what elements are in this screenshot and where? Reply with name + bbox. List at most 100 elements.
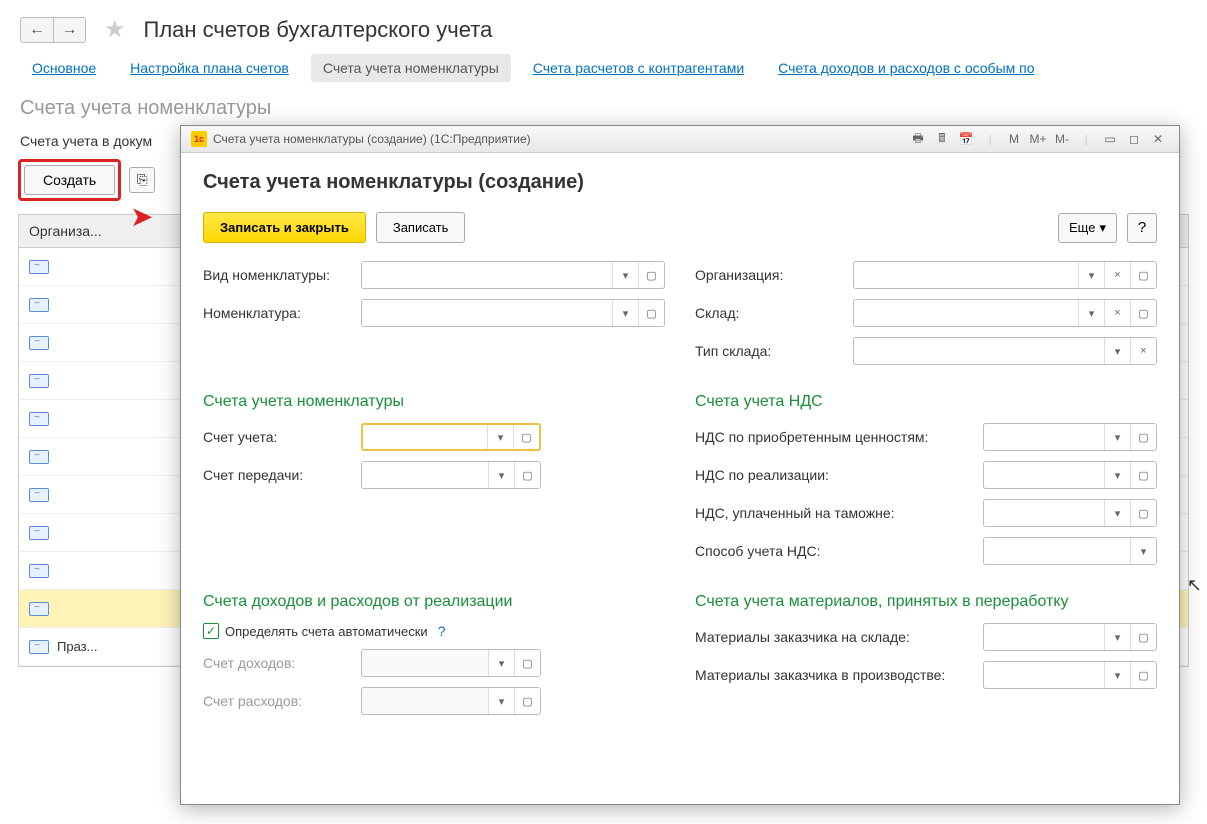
input-field[interactable]: [984, 500, 1104, 526]
m-plus-button[interactable]: M+: [1027, 130, 1049, 148]
label-nomenclature: Номенклатура:: [203, 305, 353, 321]
tab-nomenclature-accounts[interactable]: Счета учета номенклатуры: [311, 54, 511, 82]
save-button[interactable]: Записать: [376, 212, 466, 243]
open-icon[interactable]: ▢: [514, 650, 540, 676]
input-nomenclature[interactable]: ▾ ▢: [361, 299, 665, 327]
forward-button[interactable]: →: [53, 18, 85, 42]
tab-special-income[interactable]: Счета доходов и расходов с особым по: [766, 54, 1046, 82]
open-icon[interactable]: ▢: [513, 425, 539, 449]
checkbox-auto-accounts[interactable]: ✓: [203, 623, 219, 639]
input-vat-sale[interactable]: ▾ ▢: [983, 461, 1157, 489]
tab-counterparty-accounts[interactable]: Счета расчетов с контрагентами: [521, 54, 756, 82]
row-icon: [29, 450, 49, 464]
separator: |: [979, 130, 1001, 148]
dialog-title: Счета учета номенклатуры (создание) (1С:…: [213, 132, 901, 146]
input-field[interactable]: [362, 650, 488, 676]
input-field[interactable]: [363, 425, 487, 449]
input-field[interactable]: [362, 462, 488, 488]
open-icon[interactable]: ▢: [1130, 662, 1156, 688]
dropdown-icon[interactable]: ▾: [1104, 462, 1130, 488]
dropdown-icon[interactable]: ▾: [487, 425, 513, 449]
open-icon[interactable]: ▢: [1130, 624, 1156, 650]
input-materials-warehouse[interactable]: ▾ ▢: [983, 623, 1157, 651]
open-icon[interactable]: ▢: [514, 688, 540, 714]
m-minus-button[interactable]: M-: [1051, 130, 1073, 148]
dropdown-icon[interactable]: ▾: [1104, 500, 1130, 526]
clear-icon[interactable]: ×: [1130, 338, 1156, 364]
dropdown-icon[interactable]: ▾: [1104, 624, 1130, 650]
open-icon[interactable]: ▢: [638, 300, 664, 326]
input-field[interactable]: [362, 688, 488, 714]
section-accounts-title: Счета учета номенклатуры: [203, 393, 665, 411]
favorite-star-icon[interactable]: ★: [104, 15, 126, 44]
dropdown-icon[interactable]: ▾: [612, 300, 638, 326]
calc-icon[interactable]: 🖩: [931, 130, 953, 148]
open-icon[interactable]: ▢: [514, 462, 540, 488]
create-button[interactable]: Создать: [24, 165, 115, 195]
input-warehouse-type[interactable]: ▾ ×: [853, 337, 1157, 365]
input-vat-purchase[interactable]: ▾ ▢: [983, 423, 1157, 451]
input-vat-customs[interactable]: ▾ ▢: [983, 499, 1157, 527]
open-icon[interactable]: ▢: [1130, 500, 1156, 526]
clear-icon[interactable]: ×: [1104, 262, 1130, 288]
print-icon[interactable]: 🖶: [907, 130, 929, 148]
input-field[interactable]: [984, 538, 1130, 564]
clear-icon[interactable]: ×: [1104, 300, 1130, 326]
input-expense-account[interactable]: ▾ ▢: [361, 687, 541, 715]
input-transfer-account[interactable]: ▾ ▢: [361, 461, 541, 489]
open-icon[interactable]: ▢: [638, 262, 664, 288]
back-button[interactable]: ←: [21, 18, 53, 42]
maximize-icon[interactable]: ◻: [1123, 130, 1145, 148]
open-icon[interactable]: ▢: [1130, 424, 1156, 450]
dropdown-icon[interactable]: ▾: [1078, 262, 1104, 288]
dropdown-icon[interactable]: ▾: [1104, 424, 1130, 450]
more-button[interactable]: Еще ▾: [1058, 213, 1117, 243]
dropdown-icon[interactable]: ▾: [488, 688, 514, 714]
label-income-account: Счет доходов:: [203, 655, 353, 671]
separator: |: [1075, 130, 1097, 148]
input-field[interactable]: [984, 662, 1104, 688]
dropdown-icon[interactable]: ▾: [488, 462, 514, 488]
row-icon: [29, 336, 49, 350]
minimize-icon[interactable]: ▭: [1099, 130, 1121, 148]
copy-button[interactable]: ⎘: [129, 167, 155, 193]
dropdown-icon[interactable]: ▾: [488, 650, 514, 676]
input-account[interactable]: ▾ ▢: [361, 423, 541, 451]
input-warehouse[interactable]: ▾ × ▢: [853, 299, 1157, 327]
input-income-account[interactable]: ▾ ▢: [361, 649, 541, 677]
create-button-highlight: Создать: [18, 159, 121, 201]
tab-main[interactable]: Основное: [20, 54, 108, 82]
label-materials-warehouse: Материалы заказчика на складе:: [695, 629, 975, 645]
save-close-button[interactable]: Записать и закрыть: [203, 212, 366, 243]
dialog-titlebar[interactable]: 1c Счета учета номенклатуры (создание) (…: [181, 126, 1179, 153]
input-field[interactable]: [362, 300, 612, 326]
close-icon[interactable]: ✕: [1147, 130, 1169, 148]
tab-plan-settings[interactable]: Настройка плана счетов: [118, 54, 301, 82]
open-icon[interactable]: ▢: [1130, 462, 1156, 488]
row-icon: [29, 602, 49, 616]
dropdown-icon[interactable]: ▾: [1130, 538, 1156, 564]
calendar-icon[interactable]: 📅: [955, 130, 977, 148]
input-field[interactable]: [362, 262, 612, 288]
input-field[interactable]: [984, 424, 1104, 450]
input-field[interactable]: [854, 262, 1078, 288]
dropdown-icon[interactable]: ▾: [1078, 300, 1104, 326]
input-field[interactable]: [854, 300, 1078, 326]
help-link-icon[interactable]: ?: [438, 623, 446, 639]
input-field[interactable]: [984, 462, 1104, 488]
dropdown-icon[interactable]: ▾: [1104, 338, 1130, 364]
dropdown-icon[interactable]: ▾: [1104, 662, 1130, 688]
open-icon[interactable]: ▢: [1130, 262, 1156, 288]
m-button[interactable]: M: [1003, 130, 1025, 148]
input-organization[interactable]: ▾ × ▢: [853, 261, 1157, 289]
input-field[interactable]: [984, 624, 1104, 650]
row-icon: [29, 298, 49, 312]
help-button[interactable]: ?: [1127, 213, 1157, 243]
input-field[interactable]: [854, 338, 1104, 364]
input-materials-production[interactable]: ▾ ▢: [983, 661, 1157, 689]
dropdown-icon[interactable]: ▾: [612, 262, 638, 288]
input-vat-method[interactable]: ▾: [983, 537, 1157, 565]
open-icon[interactable]: ▢: [1130, 300, 1156, 326]
input-nomenclature-type[interactable]: ▾ ▢: [361, 261, 665, 289]
chevron-down-icon: ▾: [1099, 220, 1106, 236]
